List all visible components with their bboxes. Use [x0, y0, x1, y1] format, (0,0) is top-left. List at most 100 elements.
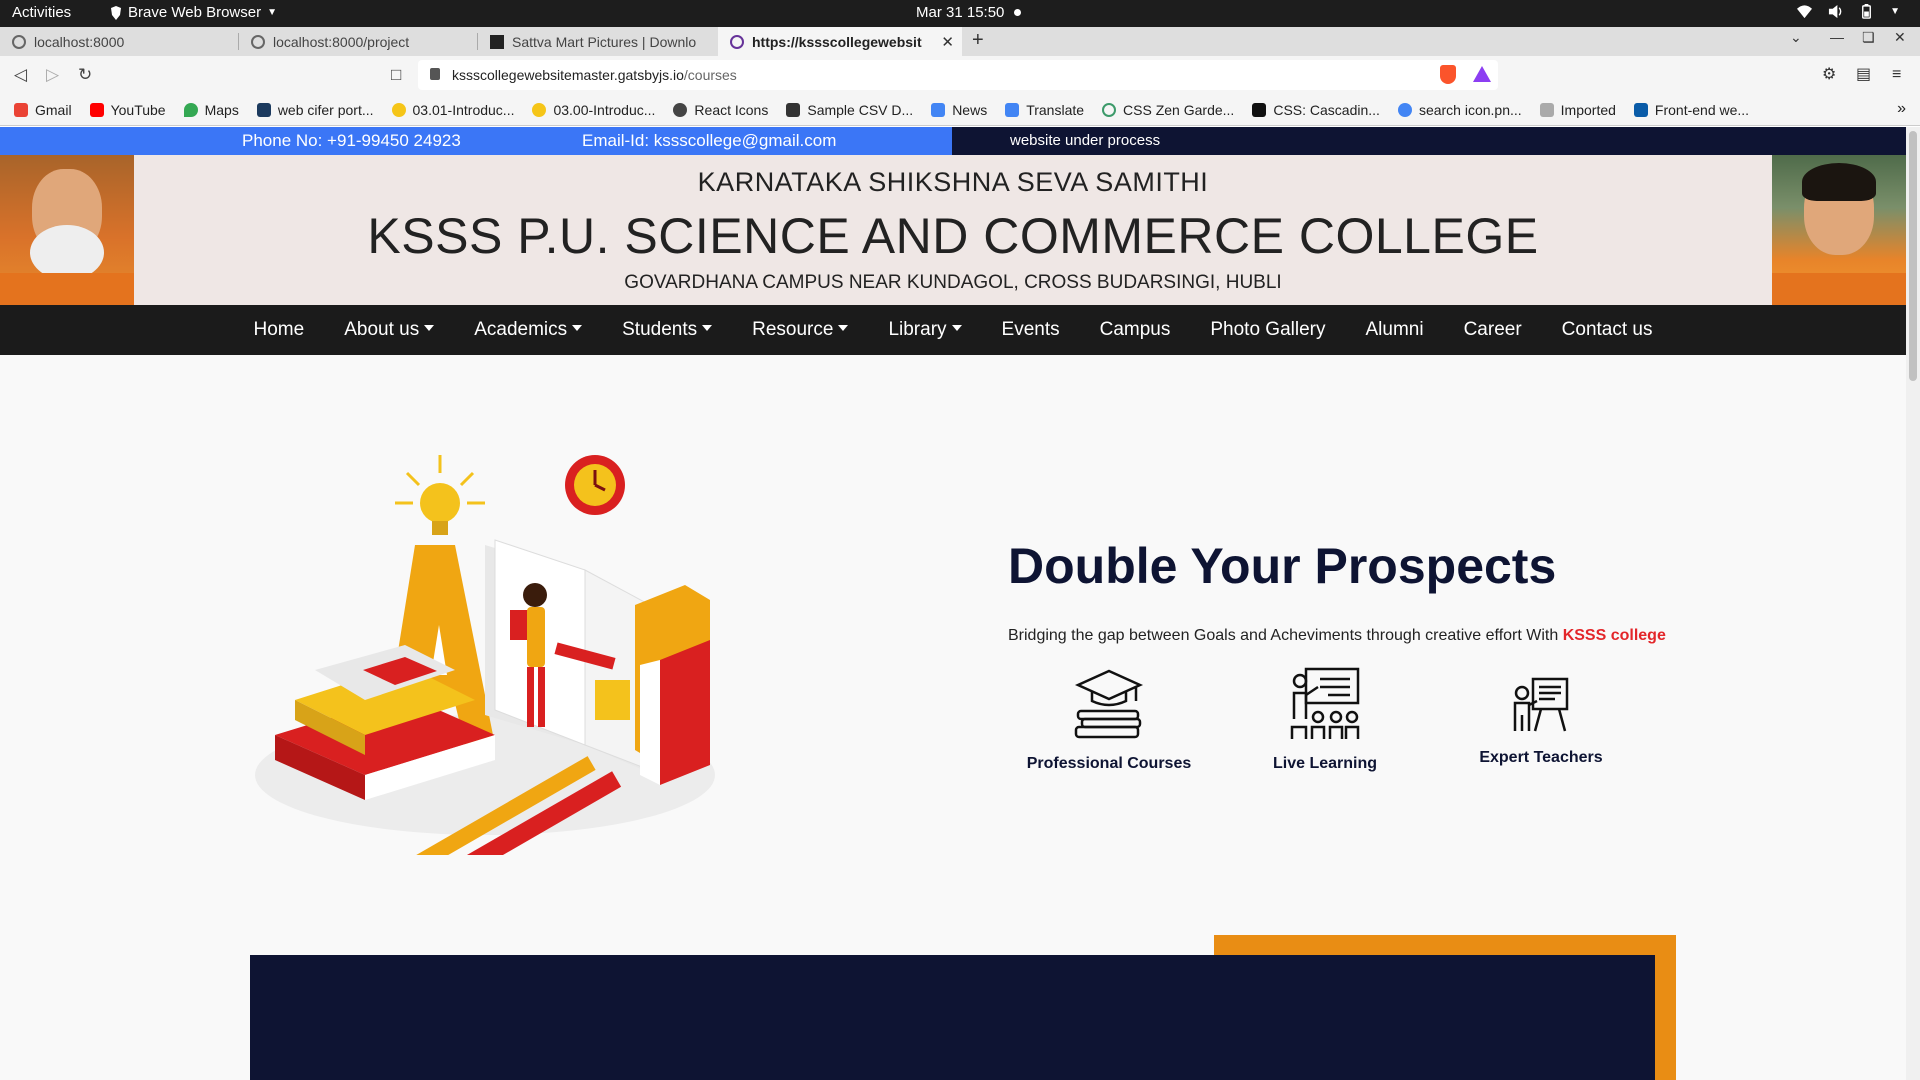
bookmark-label: CSS: Cascadin...: [1273, 101, 1380, 118]
globe-icon: [251, 34, 265, 49]
address-bar[interactable]: kssscollegewebsitemaster.gatsbyjs.io/cou…: [418, 60, 1498, 90]
page-scrollbar[interactable]: [1906, 127, 1920, 1080]
nav-photo-gallery[interactable]: Photo Gallery: [1210, 319, 1325, 341]
feature-label: Live Learning: [1272, 755, 1378, 772]
notification-dot-icon: [1014, 9, 1022, 16]
nav-events[interactable]: Events: [1002, 319, 1060, 341]
nav-contact-us[interactable]: Contact us: [1562, 319, 1653, 341]
portrait-robe: [1772, 273, 1906, 305]
nav-label: Students: [622, 319, 698, 340]
phone-number: Phone No: +91-99450 24923: [242, 131, 461, 150]
bookmark-gmail[interactable]: Gmail: [14, 102, 72, 118]
globe-icon: [673, 102, 688, 117]
app-menu[interactable]: Brave Web Browser ▼: [110, 4, 277, 21]
image-site-icon: [490, 34, 504, 49]
bookmark-introduction-2[interactable]: 03.00-Introduc...: [532, 102, 655, 118]
bookmark-icon[interactable]: □: [391, 65, 401, 85]
bookmark-label: Translate: [1026, 101, 1085, 118]
browser-toolbar: ◁ ▷ ↻ □ kssscollegewebsitemaster.gatsbyj…: [0, 56, 1920, 94]
nav-label: Academics: [474, 319, 568, 340]
battery-icon: [1862, 4, 1872, 19]
contact-info-panel: Phone No: +91-99450 24923 Email-Id: ksss…: [0, 127, 952, 155]
new-tab-button[interactable]: +: [972, 29, 984, 52]
nav-home[interactable]: Home: [254, 319, 305, 341]
feature-professional-courses: Professional Courses: [1009, 667, 1209, 773]
menu-icon[interactable]: ≡: [1892, 67, 1908, 83]
bookmark-label: Gmail: [35, 101, 72, 118]
nav-about-us[interactable]: About us: [344, 319, 435, 341]
brave-shields-icon[interactable]: [1440, 65, 1456, 84]
more-bookmarks-icon[interactable]: »: [1897, 100, 1906, 118]
clock[interactable]: Mar 31 15:50: [916, 4, 1022, 21]
bookmark-frontend[interactable]: Front-end we...: [1633, 102, 1749, 118]
bookmark-label: web cifer port...: [277, 101, 374, 118]
bookmark-maps[interactable]: Maps: [183, 102, 239, 118]
contact-info-bar: Phone No: +91-99450 24923 Email-Id: ksss…: [0, 127, 1906, 155]
wallet-icon[interactable]: ▤: [1856, 67, 1872, 83]
nav-resource[interactable]: Resource: [752, 319, 849, 341]
bookmark-css-cascading[interactable]: CSS: Cascadin...: [1252, 102, 1380, 118]
bookmark-news[interactable]: News: [931, 102, 987, 118]
system-top-bar: Activities Brave Web Browser ▼ Mar 31 15…: [0, 0, 1920, 27]
caret-down-icon: [838, 324, 849, 331]
lightbulb-icon: [395, 455, 485, 535]
bookmark-introduction-1[interactable]: 03.01-Introduc...: [391, 101, 515, 118]
nav-campus[interactable]: Campus: [1100, 319, 1171, 341]
bookmark-translate[interactable]: Translate: [1005, 102, 1084, 118]
site-notice: website under process: [1010, 132, 1161, 149]
translate-icon: [1005, 102, 1020, 117]
feature-live-learning: Live Learning: [1225, 667, 1425, 773]
email-address[interactable]: Email-Id: kssscollege@gmail.com: [582, 131, 836, 151]
hero-description-text: Bridging the gap between Goals and Achev…: [1008, 627, 1563, 644]
gatsby-icon: [730, 34, 744, 49]
globe-icon: [12, 34, 26, 49]
tab-sattva-mart[interactable]: Sattva Mart Pictures | Downlo: [478, 27, 716, 56]
nav-career[interactable]: Career: [1464, 319, 1522, 341]
scrollbar-thumb[interactable]: [1909, 131, 1917, 381]
volume-icon: [1829, 4, 1842, 19]
feature-label: Expert Teachers: [1479, 749, 1603, 766]
extensions-icon[interactable]: ⚙: [1822, 67, 1838, 83]
tab-ksss-college[interactable]: https://kssscollegewebsit ✕: [718, 27, 962, 56]
system-tray[interactable]: ▼: [1797, 4, 1900, 19]
bookmark-react-icons[interactable]: React Icons: [673, 102, 768, 118]
brave-icon: [111, 5, 121, 20]
bookmark-web-cifer[interactable]: web cifer port...: [256, 101, 374, 118]
nav-academics[interactable]: Academics: [474, 319, 583, 341]
clock-icon: [565, 455, 625, 515]
bookmark-label: 03.01-Introduc...: [412, 101, 515, 118]
nav-alumni[interactable]: Alumni: [1366, 319, 1424, 341]
brave-rewards-icon[interactable]: [1473, 66, 1491, 82]
bookmark-label: YouTube: [110, 101, 166, 118]
circle-icon: [1102, 102, 1117, 117]
caret-down-icon: [702, 324, 713, 331]
mdn-icon: [1252, 102, 1267, 117]
classroom-icon: [1290, 667, 1360, 739]
hero-brand: KSSS college: [1562, 627, 1666, 644]
reload-button[interactable]: ↻: [78, 65, 92, 85]
bookmark-css-zen[interactable]: CSS Zen Garde...: [1102, 102, 1234, 118]
chevron-down-icon: ▼: [267, 7, 278, 18]
bookmark-sample-csv[interactable]: Sample CSV D...: [786, 102, 913, 118]
tab-localhost-project[interactable]: localhost:8000/project: [239, 27, 477, 56]
bookmark-youtube[interactable]: YouTube: [89, 101, 166, 118]
bookmark-search-icon[interactable]: search icon.pn...: [1397, 102, 1522, 118]
bookmarks-bar: Gmail YouTube Maps web cifer port... 03.…: [0, 94, 1920, 126]
tab-search-chevron-icon[interactable]: ⌄: [1790, 29, 1802, 46]
restore-button[interactable]: ❏: [1862, 29, 1875, 46]
forward-button[interactable]: ▷: [46, 65, 59, 85]
nav-students[interactable]: Students: [622, 319, 713, 341]
nav-library[interactable]: Library: [888, 319, 962, 341]
close-window-button[interactable]: ✕: [1894, 29, 1906, 46]
google-icon: [1397, 102, 1412, 117]
close-tab-icon[interactable]: ✕: [941, 33, 954, 51]
tab-localhost[interactable]: localhost:8000: [0, 27, 238, 56]
back-button[interactable]: ◁: [14, 65, 27, 85]
main-navigation: Home About us Academics Students Resourc…: [0, 305, 1906, 355]
minimize-button[interactable]: —: [1830, 29, 1844, 45]
dots-icon: [786, 102, 801, 117]
chevron-down-icon: ▼: [1890, 6, 1900, 17]
bookmark-label: Sample CSV D...: [807, 101, 914, 118]
activities-button[interactable]: Activities: [12, 4, 71, 21]
bookmark-imported[interactable]: Imported: [1539, 102, 1616, 118]
